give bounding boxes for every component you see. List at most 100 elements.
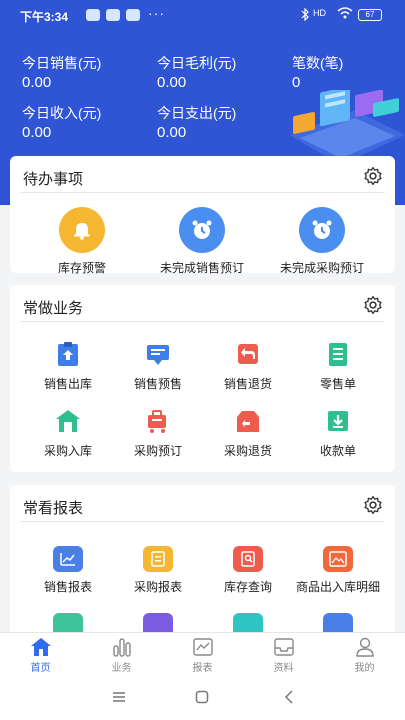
gear-icon[interactable] — [363, 295, 383, 315]
tab-label: 报表 — [192, 663, 213, 674]
kpi-today-sales: 今日销售(元) 0.00 — [22, 53, 101, 91]
list-document-icon — [323, 339, 353, 369]
tab-label: 我的 — [354, 663, 375, 674]
search-document-icon — [233, 546, 263, 572]
home-icon — [30, 638, 51, 656]
report-label: 采购报表 — [133, 580, 182, 594]
tab-mine[interactable]: 我的 — [324, 637, 405, 674]
biz-sales-presale[interactable]: 销售预售 — [110, 339, 206, 392]
todo-label: 库存预警 — [57, 261, 106, 275]
kpi-today-income: 今日收入(元) 0.00 — [22, 103, 101, 141]
biz-label: 销售出库 — [43, 377, 92, 391]
report-goods-io-detail[interactable]: 商品出入库明细 — [290, 546, 386, 595]
picture-document-icon — [323, 546, 353, 572]
return-icon — [233, 339, 263, 369]
biz-purchase-inbound[interactable]: 采购入库 — [20, 406, 116, 459]
gear-icon[interactable] — [363, 166, 383, 186]
more-notifications-icon: ··· — [148, 5, 165, 21]
biz-purchase-return[interactable]: 采购退货 — [200, 406, 296, 459]
biz-label: 零售单 — [319, 377, 356, 391]
divider — [20, 321, 385, 322]
battery-icon: 67 — [358, 9, 382, 21]
todo-label: 未完成采购预订 — [279, 261, 364, 275]
kpi-today-profit: 今日毛利(元) 0.00 — [157, 53, 236, 91]
signal-icon: HD — [313, 8, 326, 18]
bottom-tab-bar: 首页 业务 报表 资料 我的 — [0, 632, 405, 678]
notification-icon — [86, 9, 100, 21]
tab-data[interactable]: 资料 — [243, 637, 324, 674]
warehouse-icon — [53, 406, 83, 436]
bar-chart-icon — [112, 638, 131, 657]
business-title: 常做业务 — [23, 300, 84, 317]
alarm-clock-icon — [299, 207, 345, 253]
inbox-icon — [273, 638, 294, 656]
tab-reports[interactable]: 报表 — [162, 637, 243, 674]
business-card: 常做业务 销售出库 销售预售 销售退货 零售单 采购入库 采购预订 采购退货 收… — [10, 285, 395, 472]
kpi-label: 笔数(笔) — [292, 55, 344, 71]
kpi-label: 今日收入(元) — [22, 105, 102, 121]
biz-retail-order[interactable]: 零售单 — [290, 339, 386, 392]
tab-label: 首页 — [30, 663, 51, 674]
user-icon — [355, 637, 374, 657]
back-icon[interactable] — [282, 690, 296, 704]
gear-icon[interactable] — [363, 495, 383, 515]
biz-label: 采购入库 — [43, 444, 92, 458]
notification-icon — [126, 9, 140, 21]
document-icon — [143, 546, 173, 572]
notification-icon — [106, 9, 120, 21]
reports-title: 常看报表 — [23, 500, 84, 517]
tab-label: 资料 — [273, 663, 294, 674]
todo-label: 未完成销售预订 — [159, 261, 244, 275]
kpi-label: 今日毛利(元) — [157, 55, 237, 71]
box-return-icon — [233, 406, 263, 436]
tab-business[interactable]: 业务 — [81, 637, 162, 674]
kpi-value: 0.00 — [157, 124, 187, 141]
tab-home[interactable]: 首页 — [0, 637, 81, 674]
chart-window-icon — [192, 638, 213, 656]
biz-purchase-order[interactable]: 采购预订 — [110, 406, 206, 459]
cart-icon — [143, 406, 173, 436]
todo-title: 待办事项 — [23, 171, 84, 188]
report-sales[interactable]: 销售报表 — [20, 546, 116, 595]
biz-receipt[interactable]: 收款单 — [290, 406, 386, 459]
report-purchase[interactable]: 采购报表 — [110, 546, 206, 595]
alarm-clock-icon — [179, 207, 225, 253]
bluetooth-icon — [301, 8, 309, 21]
kpi-value: 0.00 — [22, 124, 52, 141]
status-time: 下午3:34 — [20, 10, 69, 24]
divider — [20, 192, 385, 193]
biz-label: 销售退货 — [223, 377, 272, 391]
todo-stock-alert[interactable]: 库存预警 — [34, 207, 130, 276]
tab-label: 业务 — [111, 663, 132, 674]
todo-unfinished-sales-order[interactable]: 未完成销售预订 — [154, 207, 250, 276]
clipboard-upload-icon — [53, 339, 83, 369]
presale-icon — [143, 339, 173, 369]
kpi-value: 0 — [292, 74, 301, 91]
biz-sales-outbound[interactable]: 销售出库 — [20, 339, 116, 392]
biz-label: 收款单 — [319, 444, 356, 458]
menu-icon[interactable] — [112, 690, 126, 704]
biz-label: 销售预售 — [133, 377, 182, 391]
kpi-label: 今日支出(元) — [157, 105, 237, 121]
biz-sales-return[interactable]: 销售退货 — [200, 339, 296, 392]
kpi-value: 0.00 — [22, 74, 52, 91]
download-box-icon — [323, 406, 353, 436]
kpi-today-expense: 今日支出(元) 0.00 — [157, 103, 236, 141]
kpi-label: 今日销售(元) — [22, 55, 102, 71]
home-square-icon[interactable] — [195, 690, 209, 704]
status-bar: 下午3:34 ··· HD 67 — [0, 0, 405, 30]
kpi-order-count: 笔数(笔) 0 — [292, 53, 343, 91]
todo-card: 待办事项 库存预警 未完成销售预订 未完成采购预订 — [10, 156, 395, 276]
kpi-value: 0.00 — [157, 74, 187, 91]
bell-icon — [59, 207, 105, 253]
wifi-icon — [337, 7, 353, 19]
system-nav-bar — [0, 678, 405, 720]
report-label: 库存查询 — [223, 580, 272, 594]
biz-label: 采购退货 — [223, 444, 272, 458]
report-label: 销售报表 — [43, 580, 92, 594]
divider — [20, 521, 385, 522]
todo-unfinished-purchase-order[interactable]: 未完成采购预订 — [274, 207, 370, 276]
reports-card: 常看报表 销售报表 采购报表 库存查询 商品出入库明细 — [10, 485, 395, 639]
report-stock-query[interactable]: 库存查询 — [200, 546, 296, 595]
line-chart-icon — [53, 546, 83, 572]
